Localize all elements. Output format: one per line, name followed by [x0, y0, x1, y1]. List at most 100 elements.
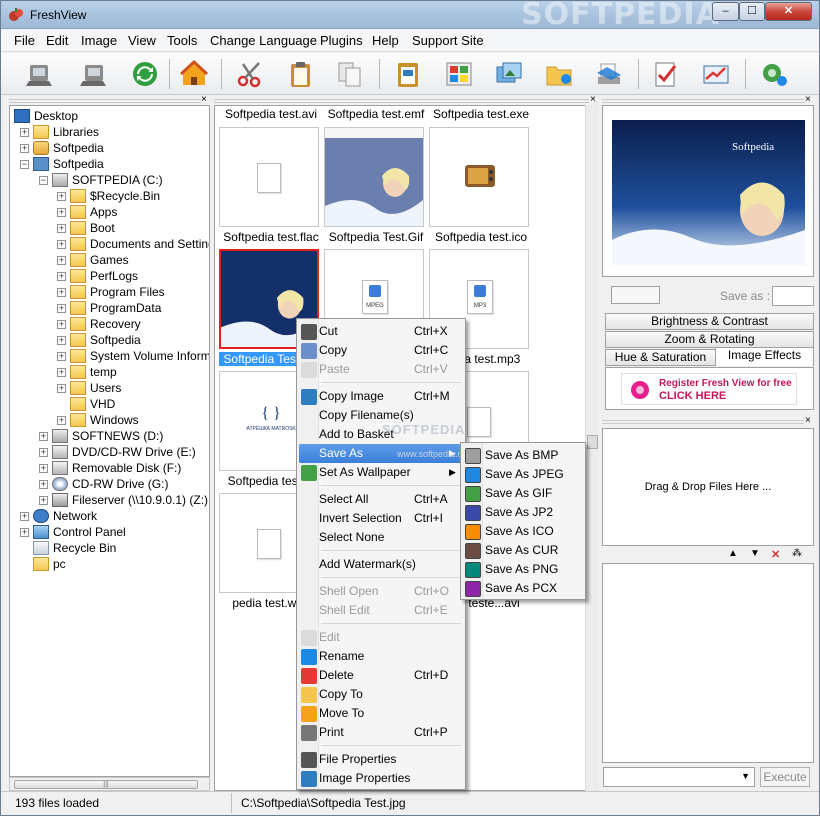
save-as-option[interactable]: Save As CUR — [463, 541, 583, 560]
context-menu-item[interactable]: Rename — [299, 647, 463, 666]
expand-icon[interactable]: + — [57, 352, 66, 361]
tree-node[interactable]: + Games — [10, 252, 209, 268]
context-menu-item[interactable]: Select All Ctrl+A — [299, 490, 463, 509]
tree-node[interactable]: + Apps — [10, 204, 209, 220]
context-menu-item[interactable]: File Properties — [299, 750, 463, 769]
tree-panel-grip[interactable] — [9, 97, 201, 105]
slideshow-icon[interactable] — [492, 57, 526, 91]
tree-node[interactable]: + CD-RW Drive (G:) — [10, 476, 209, 492]
expand-icon[interactable]: + — [57, 288, 66, 297]
preview-panel-close-icon[interactable]: × — [805, 95, 811, 105]
clear-icon[interactable]: ⁂ — [792, 548, 802, 559]
folder-open-icon[interactable] — [542, 57, 576, 91]
expand-icon[interactable]: + — [57, 208, 66, 217]
tab-image-effects[interactable]: Image Effects — [715, 347, 814, 366]
hand-forward-icon[interactable] — [77, 57, 111, 91]
tree-node[interactable]: − Softpedia — [10, 156, 209, 172]
thumb-caption[interactable]: Softpedia test.emf — [324, 107, 428, 121]
clipboard-icon[interactable] — [391, 57, 425, 91]
tree-horizontal-scrollbar[interactable]: ||| — [9, 777, 210, 791]
tree-node[interactable]: + Users — [10, 380, 209, 396]
save-as-option[interactable]: Save As ICO — [463, 522, 583, 541]
tree-node[interactable]: + Libraries — [10, 124, 209, 140]
menu-help[interactable]: Help — [372, 33, 399, 48]
cut-icon[interactable] — [233, 57, 267, 91]
expand-icon[interactable]: + — [57, 416, 66, 425]
expand-icon[interactable]: + — [20, 144, 29, 153]
save-as-option[interactable]: Save As JPEG — [463, 465, 583, 484]
tree-node[interactable]: + Windows — [10, 412, 209, 428]
tree-node[interactable]: + Recovery — [10, 316, 209, 332]
save-as-input[interactable] — [772, 286, 814, 306]
tree-node[interactable]: + DVD/CD-RW Drive (E:) — [10, 444, 209, 460]
register-ad-banner[interactable]: Register Fresh View for free CLICK HERE — [605, 367, 814, 410]
thumb-caption[interactable]: Softpedia test.exe — [429, 107, 533, 121]
tree-node[interactable]: + Network — [10, 508, 209, 524]
thumbs-scroll-thumb[interactable] — [587, 435, 598, 449]
close-button[interactable]: ✕ — [765, 2, 812, 21]
save-as-option[interactable]: Save As JP2 — [463, 503, 583, 522]
tree-node[interactable]: + System Volume Informati — [10, 348, 209, 364]
tree-node[interactable]: Recycle Bin — [10, 540, 209, 556]
save-as-option[interactable]: Save As PCX — [463, 579, 583, 598]
menu-plugins[interactable]: Plugins — [320, 33, 363, 48]
settings-icon[interactable] — [757, 57, 791, 91]
menu-tools[interactable]: Tools — [167, 33, 197, 48]
scan-icon[interactable] — [592, 57, 626, 91]
move-down-icon[interactable]: ▼ — [750, 548, 760, 559]
tab-hue-saturation[interactable]: Hue & Saturation — [605, 349, 716, 366]
expand-icon[interactable]: + — [39, 432, 48, 441]
action-select[interactable]: ▼ — [603, 767, 755, 787]
save-as-option[interactable]: Save As GIF — [463, 484, 583, 503]
context-menu-item[interactable]: Paste Ctrl+V — [299, 360, 463, 379]
expand-icon[interactable]: + — [39, 448, 48, 457]
save-as-option[interactable]: Save As BMP — [463, 446, 583, 465]
context-menu-item[interactable]: Move To — [299, 704, 463, 723]
tab-brightness-contrast[interactable]: Brightness & Contrast — [605, 313, 814, 330]
tree-node[interactable]: + Program Files — [10, 284, 209, 300]
thumbs-panel-grip[interactable] — [214, 97, 589, 105]
hand-back-icon[interactable] — [23, 57, 57, 91]
folder-tree[interactable]: Desktop + Libraries + Softpedia − Softpedia − SO… — [9, 105, 210, 777]
basket-panel-close-icon[interactable]: × — [805, 416, 811, 426]
maximize-button[interactable]: ☐ — [739, 2, 765, 21]
tree-node[interactable]: + Softpedia — [10, 140, 209, 156]
tree-node[interactable]: pc — [10, 556, 209, 572]
menu-support-site[interactable]: Support Site — [412, 33, 484, 48]
context-menu-item[interactable]: Print Ctrl+P — [299, 723, 463, 742]
thumbnail[interactable] — [429, 127, 529, 227]
expand-icon[interactable]: + — [57, 304, 66, 313]
tree-panel-close-icon[interactable]: × — [201, 95, 207, 105]
tree-node[interactable]: + Fileserver (\\10.9.0.1) (Z:) — [10, 492, 209, 508]
refresh-icon[interactable] — [128, 57, 162, 91]
expand-icon[interactable]: + — [20, 528, 29, 537]
zoom-field[interactable] — [611, 286, 660, 304]
thumb-caption[interactable]: Softpedia Test.Gif — [324, 230, 428, 244]
context-menu-item[interactable]: Copy Ctrl+C — [299, 341, 463, 360]
menu-file[interactable]: File — [14, 33, 35, 48]
tree-scroll-thumb[interactable]: ||| — [14, 780, 198, 789]
expand-icon[interactable]: + — [39, 464, 48, 473]
expand-icon[interactable]: + — [57, 256, 66, 265]
tree-node[interactable]: + Removable Disk (F:) — [10, 460, 209, 476]
context-menu-item[interactable]: Invert Selection Ctrl+I — [299, 509, 463, 528]
paste-icon[interactable] — [284, 57, 318, 91]
expand-icon[interactable]: + — [57, 320, 66, 329]
tree-node[interactable]: + temp — [10, 364, 209, 380]
context-menu-item[interactable]: Add Watermark(s) — [299, 555, 463, 574]
expand-icon[interactable]: + — [20, 128, 29, 137]
expand-icon[interactable]: + — [57, 224, 66, 233]
drop-zone[interactable]: Drag & Drop Files Here ... — [602, 428, 814, 546]
expand-icon[interactable]: + — [39, 480, 48, 489]
expand-icon[interactable]: + — [57, 368, 66, 377]
home-icon[interactable] — [177, 57, 211, 91]
menu-edit[interactable]: Edit — [46, 33, 68, 48]
collapse-icon[interactable]: − — [20, 160, 29, 169]
context-menu-item[interactable]: Copy Image Ctrl+M — [299, 387, 463, 406]
preview-panel-grip[interactable] — [602, 97, 804, 105]
save-as-option[interactable]: Save As PNG — [463, 560, 583, 579]
remove-icon[interactable]: ✕ — [771, 548, 780, 561]
basket-panel-grip[interactable] — [602, 418, 804, 426]
thumb-caption[interactable]: Softpedia test.flac — [219, 230, 323, 244]
execute-button[interactable]: Execute — [760, 767, 810, 787]
